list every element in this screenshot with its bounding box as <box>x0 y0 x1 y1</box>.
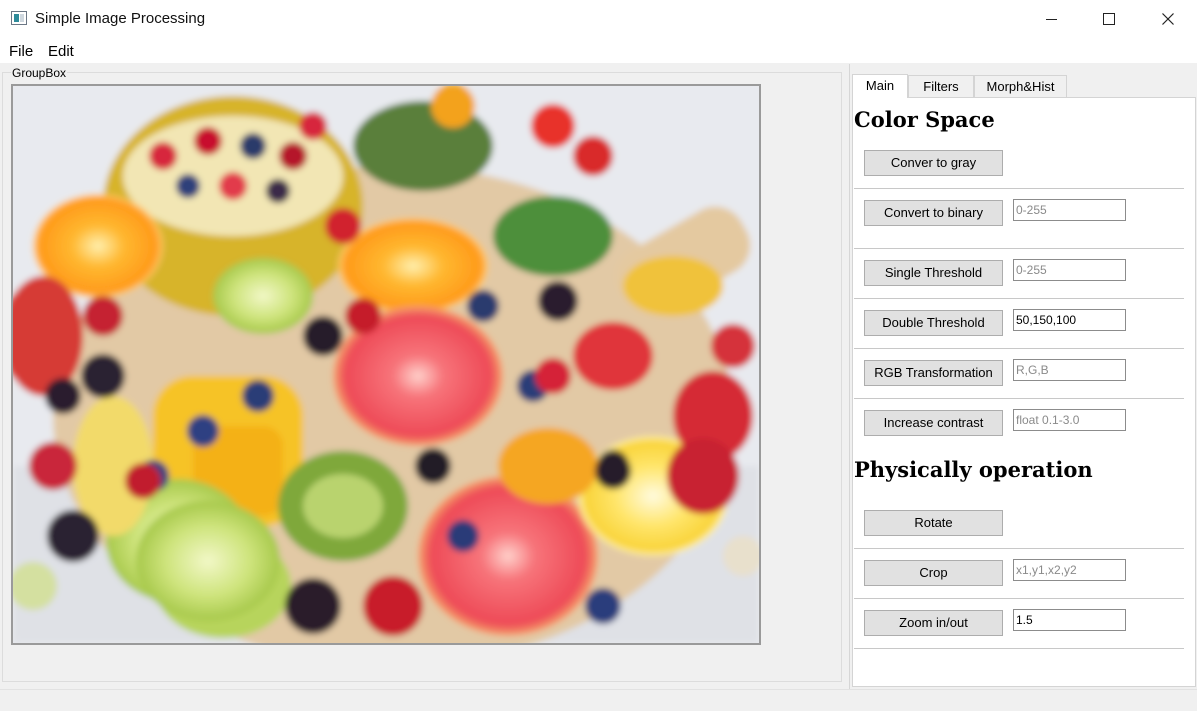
zoom-input[interactable]: 1.5 <box>1013 609 1126 631</box>
divider <box>854 188 1184 189</box>
contrast-input[interactable]: float 0.1-3.0 <box>1013 409 1126 431</box>
tab-filters[interactable]: Filters <box>908 75 974 98</box>
image-display <box>11 84 761 645</box>
menu-bar: File Edit <box>0 38 1197 63</box>
rotate-button[interactable]: Rotate <box>864 510 1003 536</box>
divider <box>854 648 1184 649</box>
status-bar <box>0 689 1197 690</box>
rgb-transformation-button[interactable]: RGB Transformation <box>864 360 1003 386</box>
single-threshold-button[interactable]: Single Threshold <box>864 260 1003 286</box>
divider <box>854 598 1184 599</box>
crop-input[interactable]: x1,y1,x2,y2 <box>1013 559 1126 581</box>
physical-operation-heading: Physically operation <box>854 457 1093 482</box>
single-threshold-input[interactable]: 0-255 <box>1013 259 1126 281</box>
window-title: Simple Image Processing <box>35 10 206 27</box>
divider <box>854 398 1184 399</box>
color-space-heading: Color Space <box>854 107 995 132</box>
convert-to-binary-button[interactable]: Convert to binary <box>864 200 1003 226</box>
close-button[interactable] <box>1139 0 1197 38</box>
crop-button[interactable]: Crop <box>864 560 1003 586</box>
divider <box>854 298 1184 299</box>
minimize-button[interactable] <box>1022 0 1080 38</box>
close-icon <box>1162 13 1174 25</box>
title-bar: Simple Image Processing <box>0 0 1197 38</box>
divider <box>854 548 1184 549</box>
divider <box>854 348 1184 349</box>
double-threshold-input[interactable]: 50,150,100 <box>1013 309 1126 331</box>
maximize-button[interactable] <box>1080 0 1138 38</box>
panel-divider <box>849 64 850 690</box>
binary-threshold-input[interactable]: 0-255 <box>1013 199 1126 221</box>
double-threshold-button[interactable]: Double Threshold <box>864 310 1003 336</box>
fruit-image <box>13 86 759 643</box>
minimize-icon <box>1045 18 1057 20</box>
convert-to-gray-button[interactable]: Conver to gray <box>864 150 1003 176</box>
rgb-input[interactable]: R,G,B <box>1013 359 1126 381</box>
tab-morph-hist[interactable]: Morph&Hist <box>974 75 1067 98</box>
menu-edit[interactable]: Edit <box>48 43 74 60</box>
groupbox-title: GroupBox <box>11 66 68 80</box>
maximize-icon <box>1103 13 1115 25</box>
tab-main[interactable]: Main <box>852 74 908 98</box>
divider <box>854 248 1184 249</box>
increase-contrast-button[interactable]: Increase contrast <box>864 410 1003 436</box>
image-app-icon <box>11 11 27 25</box>
zoom-button[interactable]: Zoom in/out <box>864 610 1003 636</box>
menu-file[interactable]: File <box>9 43 33 60</box>
